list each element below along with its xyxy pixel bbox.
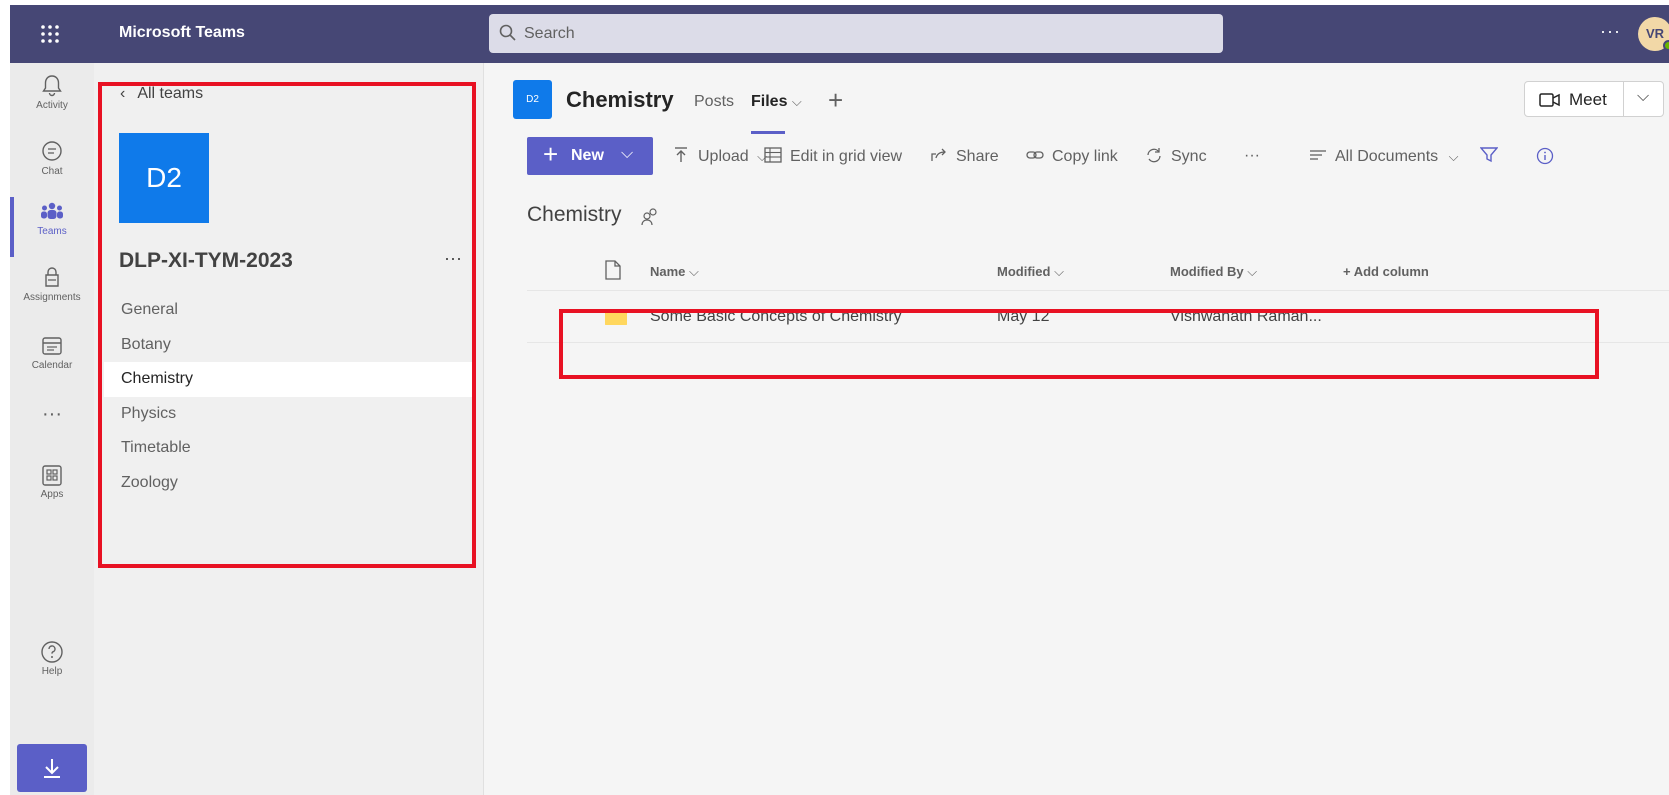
- share-icon: [931, 148, 946, 161]
- active-tab-indicator: [751, 131, 785, 134]
- chevron-down-icon: ⌵: [1448, 149, 1459, 164]
- more-commands-icon[interactable]: ···: [1244, 147, 1260, 165]
- edit-in-grid-view-label: Edit in grid view: [790, 148, 903, 165]
- sync-button[interactable]: Sync: [1145, 147, 1207, 166]
- view-options-icon: [1310, 150, 1326, 160]
- rail-item-label: Assignments: [23, 292, 81, 303]
- rail-item-label: Apps: [40, 489, 64, 500]
- calendar-icon: [42, 337, 62, 355]
- upload-icon: [675, 147, 687, 162]
- upload-label: Upload: [698, 148, 749, 165]
- more-options-icon[interactable]: ···: [1600, 21, 1621, 42]
- channel-header: D2 Chemistry Posts Files ⌵ + Meet ⌵: [484, 63, 1669, 134]
- rail-item-more[interactable]: ···: [10, 403, 94, 463]
- channel-team-avatar: D2: [513, 80, 552, 119]
- teams-icon: [41, 202, 63, 219]
- column-header-modified-by[interactable]: Modified By ⌵: [1170, 264, 1257, 280]
- app-launcher-icon[interactable]: [38, 22, 62, 46]
- share-label: Share: [956, 148, 999, 165]
- share-button[interactable]: Share: [930, 147, 999, 166]
- avatar-initials: VR: [1645, 26, 1665, 41]
- link-icon: [1026, 151, 1044, 159]
- chevron-down-icon[interactable]: ⌵: [1637, 88, 1649, 106]
- view-selector-label: All Documents: [1335, 148, 1439, 165]
- meet-button[interactable]: Meet ⌵: [1524, 81, 1664, 117]
- column-name-label: Name: [650, 264, 686, 279]
- add-tab-icon[interactable]: +: [828, 85, 843, 116]
- rail-item-help[interactable]: Help: [10, 633, 94, 693]
- title-bar: Microsoft Teams Search ··· VR: [10, 5, 1669, 63]
- rail-item-chat[interactable]: Chat: [10, 133, 94, 193]
- new-label: New: [571, 147, 604, 164]
- more-apps-icon: ···: [42, 403, 62, 425]
- rail-item-teams[interactable]: Teams: [10, 193, 94, 257]
- meet-label: Meet: [1569, 90, 1607, 109]
- copy-link-label: Copy link: [1052, 148, 1118, 165]
- rail-item-assignments[interactable]: Assignments: [10, 259, 94, 319]
- rail-item-label: Help: [41, 666, 63, 677]
- file-type-icon: [605, 260, 621, 280]
- command-bar: + New ⌵ Upload ⌵ Edit in grid view Share…: [484, 135, 1669, 177]
- grid-icon: [764, 147, 782, 163]
- bell-icon: [42, 75, 62, 97]
- chat-icon: [42, 141, 62, 161]
- rail-item-label: Activity: [36, 100, 68, 111]
- highlight-box-team-pane: [98, 82, 476, 568]
- channel-title: Chemistry: [566, 87, 674, 112]
- rail-item-calendar[interactable]: Calendar: [10, 327, 94, 387]
- search-placeholder: Search: [524, 25, 575, 42]
- sync-icon: [1147, 148, 1161, 163]
- sync-label: Sync: [1171, 148, 1207, 165]
- chevron-down-icon: ⌵: [1247, 264, 1258, 279]
- apps-icon: [42, 465, 62, 486]
- column-modified-by-label: Modified By: [1170, 264, 1244, 279]
- chevron-down-icon: ⌵: [689, 264, 699, 279]
- download-app-button[interactable]: [17, 744, 87, 792]
- assignments-icon: [45, 267, 59, 287]
- tab-posts[interactable]: Posts: [694, 93, 734, 111]
- chevron-down-icon: ⌵: [621, 145, 634, 162]
- meet-divider: [1623, 82, 1624, 116]
- app-rail: Activity Chat Teams Assignments Calendar…: [10, 63, 94, 795]
- tab-files[interactable]: Files ⌵: [751, 93, 802, 111]
- filter-icon[interactable]: [1479, 147, 1499, 168]
- info-icon[interactable]: [1536, 147, 1554, 170]
- help-icon: [41, 641, 63, 663]
- list-header: Name ⌵ Modified ⌵ Modified By ⌵ + Add co…: [527, 249, 1669, 291]
- rail-item-apps[interactable]: Apps: [10, 456, 94, 516]
- upload-button[interactable]: Upload ⌵: [672, 147, 767, 166]
- column-header-modified[interactable]: Modified ⌵: [997, 264, 1064, 280]
- add-column-button[interactable]: + Add column: [1343, 264, 1429, 279]
- video-camera-icon: [1539, 93, 1560, 107]
- rail-item-label: Teams: [37, 226, 67, 237]
- column-modified-label: Modified: [997, 264, 1051, 279]
- presence-status-icon: [1663, 40, 1669, 51]
- search-icon: [499, 24, 516, 41]
- main-content: D2 Chemistry Posts Files ⌵ + Meet ⌵ + Ne…: [484, 63, 1669, 795]
- highlight-box-file-row: [559, 309, 1599, 379]
- tab-files-label: Files: [751, 93, 788, 110]
- chevron-down-icon: ⌵: [1054, 264, 1064, 279]
- search-input[interactable]: Search: [489, 14, 1223, 53]
- view-selector[interactable]: All Documents ⌵: [1309, 147, 1458, 166]
- avatar[interactable]: VR: [1638, 17, 1669, 51]
- library-title: Chemistry: [527, 203, 622, 226]
- rail-item-activity[interactable]: Activity: [10, 67, 94, 127]
- new-button[interactable]: + New ⌵: [527, 137, 653, 175]
- members-icon[interactable]: [640, 207, 660, 227]
- rail-item-label: Chat: [41, 166, 63, 177]
- chevron-down-icon: ⌵: [791, 94, 802, 109]
- column-header-name[interactable]: Name ⌵: [650, 264, 699, 280]
- download-icon: [44, 759, 60, 778]
- copy-link-button[interactable]: Copy link: [1026, 147, 1118, 166]
- app-title: Microsoft Teams: [119, 24, 245, 41]
- plus-icon: +: [543, 139, 559, 169]
- rail-item-label: Calendar: [31, 360, 73, 371]
- edit-in-grid-view-button[interactable]: Edit in grid view: [764, 147, 902, 166]
